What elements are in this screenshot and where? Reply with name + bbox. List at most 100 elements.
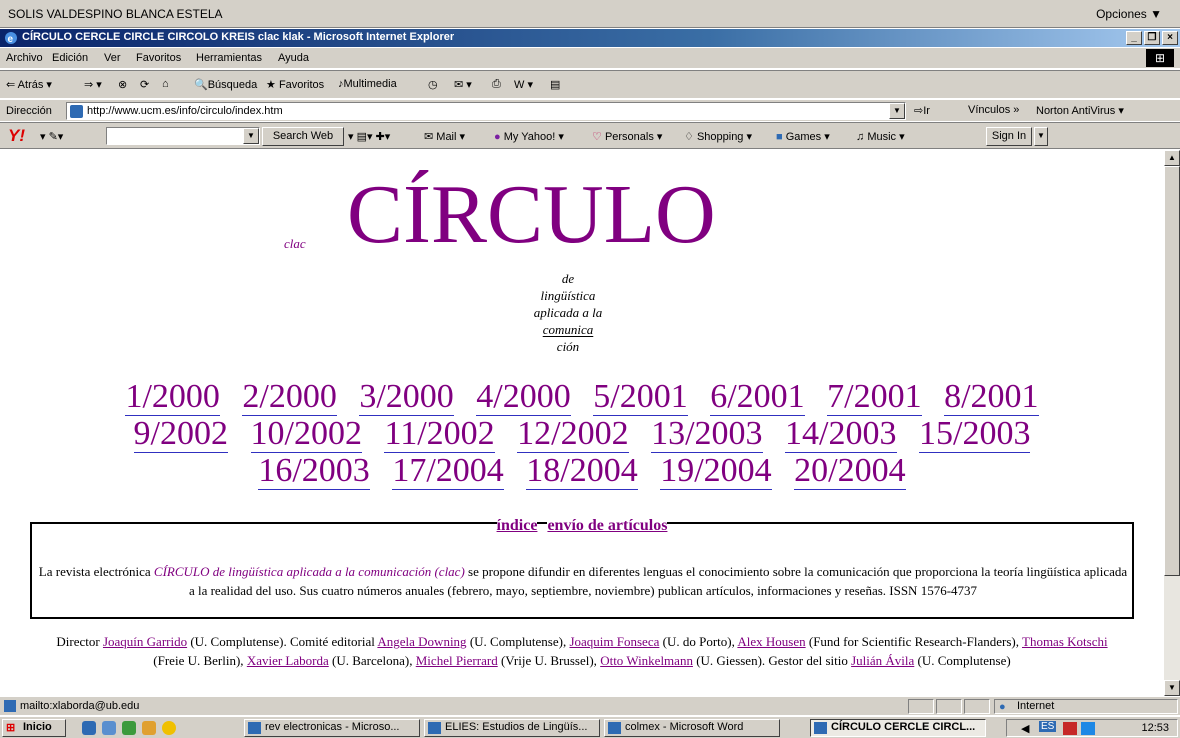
task-colmex[interactable]: colmex - Microsoft Word (604, 719, 780, 737)
vertical-scrollbar[interactable]: ▲ ▼ (1164, 150, 1180, 696)
address-dropdown-icon[interactable]: ▼ (889, 103, 905, 119)
issue-link[interactable]: 12/2002 (517, 415, 629, 453)
index-link[interactable]: índice (496, 517, 538, 534)
refresh-icon[interactable]: ⟳ (140, 78, 149, 91)
menu-ver[interactable]: Ver (104, 52, 121, 64)
pencil-icon[interactable]: ▾ ✎▾ (40, 130, 63, 143)
shopping-link[interactable]: ♢ Shopping ▾ (684, 130, 752, 143)
editor-link[interactable]: Alex Housen (737, 634, 805, 649)
issue-link[interactable]: 20/2004 (794, 452, 906, 490)
editor-link[interactable]: Michel Pierrard (416, 653, 498, 668)
editor-link[interactable]: Angela Downing (377, 634, 466, 649)
sign-in-dropdown-icon[interactable]: ▼ (1034, 127, 1048, 146)
language-indicator[interactable]: ES (1039, 721, 1057, 732)
editor-link[interactable]: Otto Winkelmann (600, 653, 693, 668)
issue-link[interactable]: 7/2001 (827, 378, 922, 416)
issue-link[interactable]: 9/2002 (133, 415, 228, 453)
yahoo-search-input[interactable]: ▼ (106, 127, 260, 145)
mail-icon[interactable]: ✉ ▾ (454, 78, 472, 91)
menu-favoritos[interactable]: Favoritos (136, 52, 181, 64)
menu-ayuda[interactable]: Ayuda (278, 52, 309, 64)
scroll-thumb[interactable] (1164, 166, 1180, 576)
yahoo-logo[interactable]: Y! (8, 126, 25, 146)
issue-link[interactable]: 11/2002 (384, 415, 495, 453)
minimize-button[interactable]: _ (1126, 31, 1142, 45)
editor-link[interactable]: Xavier Laborda (247, 653, 329, 668)
volume-icon[interactable]: ◀ (1021, 722, 1029, 735)
search-icon: 🔍 (194, 79, 208, 91)
search-button[interactable]: 🔍Búsqueda (194, 78, 257, 91)
quicklaunch-ie-icon[interactable] (82, 721, 96, 735)
issue-link[interactable]: 8/2001 (944, 378, 1039, 416)
tray-app-icon[interactable] (1081, 722, 1095, 735)
discuss-icon[interactable]: ▤ (550, 78, 560, 91)
network-icon[interactable] (1063, 722, 1077, 735)
editor-link[interactable]: Julián Ávila (851, 653, 914, 668)
games-link[interactable]: ■ Games ▾ (776, 130, 830, 143)
issue-link[interactable]: 10/2002 (250, 415, 362, 453)
norton-antivirus-button[interactable]: Norton AntiVirus ▾ (1036, 104, 1124, 117)
personals-link[interactable]: ♡ Personals ▾ (592, 130, 662, 143)
editorial-credits: Director Joaquín Garrido (U. Complutense… (40, 632, 1124, 670)
quicklaunch-outlook-icon[interactable] (122, 721, 136, 735)
maximize-button[interactable]: ❐ (1144, 31, 1160, 45)
submit-articles-link[interactable]: envío de artículos (547, 517, 668, 534)
issue-link[interactable]: 3/2000 (359, 378, 454, 416)
issue-link[interactable]: 14/2003 (785, 415, 897, 453)
my-yahoo-label: My Yahoo! (503, 131, 556, 143)
mail-link[interactable]: ✉ Mail ▾ (424, 130, 465, 143)
user-bar: SOLIS VALDESPINO BLANCA ESTELA Opciones … (0, 0, 1180, 28)
history-icon[interactable]: ◷ (428, 78, 438, 91)
issue-link[interactable]: 4/2000 (476, 378, 571, 416)
close-button[interactable]: × (1162, 31, 1178, 45)
issue-link[interactable]: 2/2000 (242, 378, 337, 416)
issue-link[interactable]: 5/2001 (593, 378, 688, 416)
media-button[interactable]: ♪Multimedia (338, 78, 397, 90)
issue-link[interactable]: 17/2004 (392, 452, 504, 490)
yahoo-search-dropdown-icon[interactable]: ▼ (243, 128, 259, 144)
word-icon[interactable]: W ▾ (514, 78, 533, 91)
task-rev-electronicas[interactable]: rev electronicas - Microso... (244, 719, 420, 737)
back-button[interactable]: ⇐ Atrás ▾ (6, 78, 52, 91)
menu-edicion[interactable]: Edición (52, 52, 88, 64)
quicklaunch-explorer-icon[interactable] (142, 721, 156, 735)
security-zone: ● Internet (994, 699, 1178, 714)
issue-link[interactable]: 19/2004 (660, 452, 772, 490)
editor-link[interactable]: Joaquim Fonseca (569, 634, 659, 649)
svg-text:e: e (8, 34, 14, 45)
scroll-down-icon[interactable]: ▼ (1164, 680, 1180, 696)
go-button[interactable]: ⇨Ir (914, 104, 930, 117)
print-icon[interactable]: ⎙ (492, 78, 501, 91)
editor-link[interactable]: Joaquín Garrido (103, 634, 187, 649)
issue-link[interactable]: 1/2000 (125, 378, 220, 416)
issue-link[interactable]: 13/2003 (651, 415, 763, 453)
editor-link[interactable]: Thomas Kotschi (1022, 634, 1108, 649)
quicklaunch-desktop-icon[interactable] (102, 721, 116, 735)
scroll-up-icon[interactable]: ▲ (1164, 150, 1180, 166)
search-web-button[interactable]: Search Web (262, 127, 344, 146)
highlight-icon[interactable]: ▾ ▤▾ ✚▾ (348, 130, 390, 143)
task-circulo[interactable]: CÍRCULO CERCLE CIRCL... (810, 719, 986, 737)
task-elies[interactable]: ELIES: Estudios de Lingüís... (424, 719, 600, 737)
forward-button[interactable]: ⇒ ▾ (84, 78, 102, 91)
music-link[interactable]: ♫ Music ▾ (856, 130, 905, 143)
favorites-button[interactable]: ★ Favoritos (266, 78, 324, 91)
issue-link[interactable]: 6/2001 (710, 378, 805, 416)
issue-link[interactable]: 18/2004 (526, 452, 638, 490)
sign-in-button[interactable]: Sign In (986, 127, 1032, 146)
home-icon[interactable]: ⌂ (162, 78, 169, 90)
quicklaunch-media-icon[interactable] (162, 721, 176, 735)
issue-link[interactable]: 15/2003 (919, 415, 1031, 453)
start-button[interactable]: ⊞ Inicio (2, 719, 66, 737)
task-label: colmex - Microsoft Word (625, 721, 744, 733)
stop-icon[interactable]: ⊗ (118, 78, 127, 91)
links-button[interactable]: Vínculos » (968, 104, 1019, 116)
issue-link[interactable]: 16/2003 (258, 452, 370, 490)
taskbar: ⊞ Inicio rev electronicas - Microso... EL… (0, 716, 1180, 738)
menu-herramientas[interactable]: Herramientas (196, 52, 262, 64)
credit-text: (U. do Porto), (659, 634, 738, 649)
menu-archivo[interactable]: Archivo (6, 52, 43, 64)
address-input[interactable]: http://www.ucm.es/info/circulo/index.htm… (66, 102, 906, 120)
my-yahoo-link[interactable]: ● My Yahoo! ▾ (494, 130, 564, 143)
options-menu[interactable]: Opciones ▼ (1096, 7, 1162, 21)
